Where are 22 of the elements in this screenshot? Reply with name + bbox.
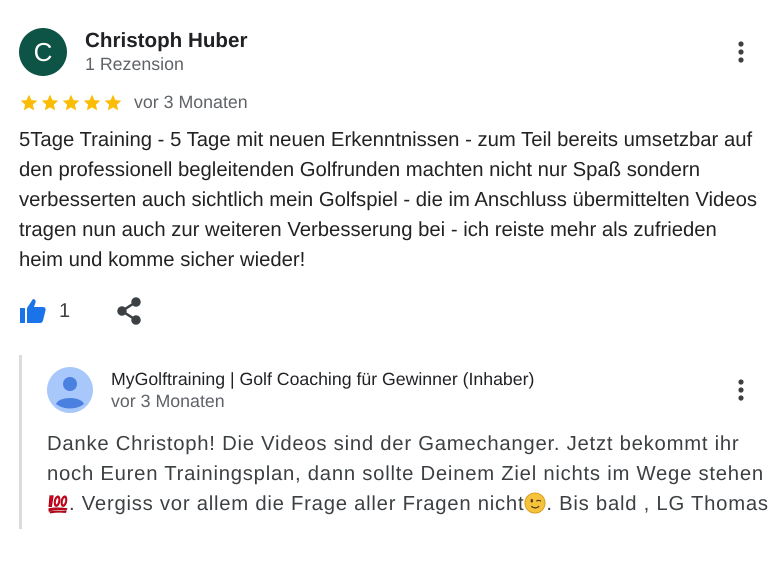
review-count: 1 Rezension <box>85 54 185 75</box>
star-icon <box>40 92 60 112</box>
reply-text: . Bis bald , LG Thomas <box>546 493 769 515</box>
review-text: 5Tage Training - 5 Tage mit neuen Erkenntnissen - zum Teil bereits umsetzbar auf den professionell begleitenden Golfrunden machten nicht nur Spaß sondern verbesserten auch sichtlich mein Golfspiel - die im Anschluss übermittelten Videos tragen nun auch zur weiteren Verbesserung bei - ich reiste mehr als zufrieden heim und komme sicher wieder! <box>19 128 758 273</box>
reply-time: vor 3 Monaten <box>111 390 226 412</box>
star-icon <box>19 92 39 112</box>
like-button[interactable]: 1 <box>19 298 70 324</box>
star-icon <box>61 92 81 112</box>
review-time: vor 3 Monaten <box>134 92 248 113</box>
share-button[interactable] <box>116 297 142 325</box>
reply-text: Danke Christoph! Die Videos sind der Gamechanger. Jetzt bekommt ihr <box>47 433 740 455</box>
reviewer-name[interactable]: Christoph Huber <box>85 29 720 53</box>
owner-name: MyGolftraining | Golf Coaching für Gewinner (Inhaber) <box>111 368 536 390</box>
owner-avatar <box>47 367 93 413</box>
star-icon <box>82 92 102 112</box>
more-options-icon[interactable] <box>738 41 744 63</box>
more-options-icon[interactable] <box>738 379 744 401</box>
star-icon <box>103 92 123 112</box>
reply-text: noch Euren Trainingsplan, dann sollte Deinem Ziel nichts im Wege stehen <box>47 463 764 485</box>
winking-face-icon <box>524 492 546 514</box>
reply-text: . Vergiss vor allem die Frage aller Fragen nicht <box>69 493 524 515</box>
user-avatar: C <box>19 28 67 76</box>
